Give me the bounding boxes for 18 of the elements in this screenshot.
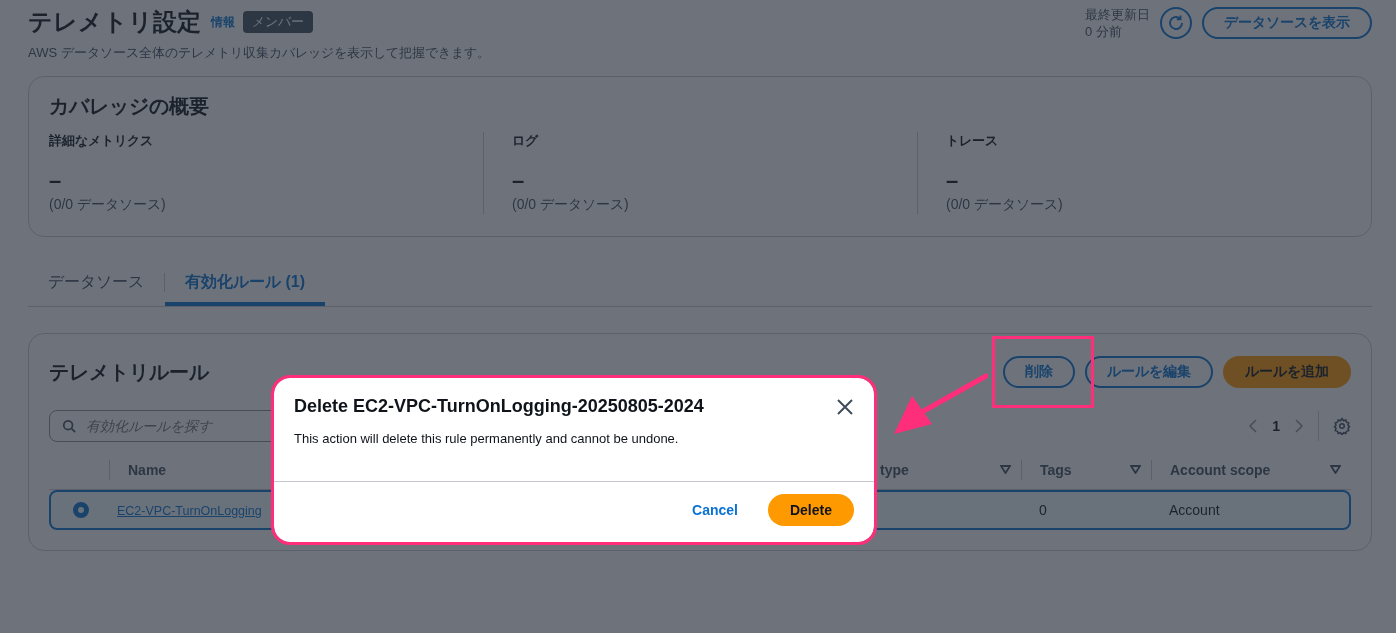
metric-value: – <box>49 168 63 194</box>
metric-label: ログ <box>512 132 540 150</box>
metric-value: – <box>946 168 960 194</box>
dialog-title: Delete EC2-VPC-TurnOnLogging-20250805-2024 <box>294 396 704 417</box>
last-updated-value: 0 分前 <box>1085 23 1123 40</box>
metric-label: 詳細なメトリクス <box>49 132 154 150</box>
metric-detail: (0/0 データソース) <box>49 196 167 214</box>
metric-label: トレース <box>946 132 999 150</box>
table-cell-text: 0 <box>1038 502 1048 518</box>
metric-detail: (0/0 データソース) <box>512 196 630 214</box>
metric-detail: (0/0 データソース) <box>946 196 1064 214</box>
metric-value: – <box>512 168 526 194</box>
card-title: カバレッジの概要 <box>49 94 210 119</box>
page-title: テレメトリ設定 <box>28 7 201 37</box>
last-updated-label: 最終更新日 <box>1085 6 1150 23</box>
card-title: テレメトリルール <box>49 359 209 385</box>
dialog-message: This action will delete this rule permanently and cannot be undone. <box>294 431 680 448</box>
table-cell-text: Account <box>1168 502 1221 518</box>
